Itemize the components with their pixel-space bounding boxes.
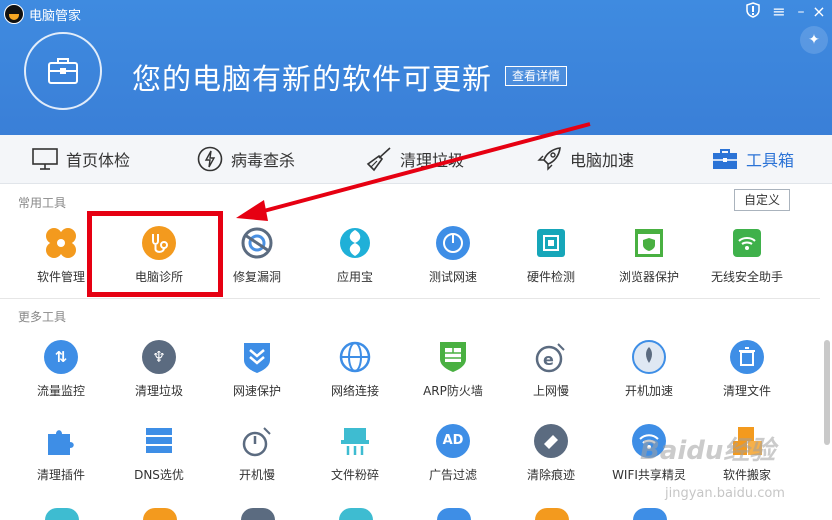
partial-tool-icon: [241, 508, 275, 520]
update-message: 您的电脑有新的软件可更新: [132, 62, 493, 96]
tool-label: 无线安全助手: [710, 270, 783, 284]
tool-net-speed-protect[interactable]: 网速保护: [208, 340, 306, 399]
more-tools-title: 更多工具: [18, 310, 67, 324]
partial-tool-icon: [339, 508, 373, 520]
tool-app-store[interactable]: 应用宝: [306, 226, 404, 285]
tool-label: 应用宝: [336, 270, 373, 284]
broom-icon: ♆: [142, 340, 176, 374]
tool-label: ARP防火墙: [423, 384, 483, 398]
ad-block-icon: AD: [436, 424, 470, 458]
puzzle-icon: [44, 424, 78, 458]
customize-button[interactable]: 自定义: [734, 189, 790, 211]
annotation-arrow: [236, 122, 591, 221]
tool-wifi-security[interactable]: 无线安全助手: [698, 226, 796, 285]
tool-dns-optimize[interactable]: DNS选优: [110, 424, 208, 483]
tool-ad-filter[interactable]: AD 广告过滤: [404, 424, 502, 483]
tool-label: WIFI共享精灵: [612, 468, 686, 482]
toolbox-hero-icon: [24, 32, 102, 110]
chip-icon: [534, 226, 568, 260]
server-icon: [142, 424, 176, 458]
slow-boot-icon: [240, 424, 274, 458]
tool-file-shredder[interactable]: 文件粉碎: [306, 424, 404, 483]
software-manager-icon: [44, 226, 78, 260]
tool-label: 清理文件: [722, 384, 771, 398]
tool-label: 开机加速: [624, 384, 673, 398]
tool-clean-files[interactable]: 清理文件: [698, 340, 796, 399]
monitor-icon: [32, 148, 58, 170]
tool-label: 广告过滤: [428, 468, 477, 482]
view-details-button[interactable]: 查看详情: [505, 66, 568, 86]
tool-browser-protect[interactable]: 浏览器保护: [600, 226, 698, 285]
tab-home-checkup[interactable]: 首页体检: [32, 135, 130, 183]
app-store-icon: [338, 226, 372, 260]
menu-icon[interactable]: ≡: [768, 2, 790, 22]
tool-label: 流量监控: [36, 384, 85, 398]
svg-text:e: e: [543, 350, 554, 369]
patch-globe-icon: [240, 226, 274, 260]
speed-gauge-icon: [436, 226, 470, 260]
tool-boot-speedup[interactable]: 开机加速: [600, 340, 698, 399]
tool-label: 网速保护: [232, 384, 281, 398]
tab-label: 首页体检: [66, 151, 131, 170]
tool-label: DNS选优: [134, 468, 184, 482]
tool-clean-junk[interactable]: ♆ 清理垃圾: [110, 340, 208, 399]
boot-rocket-icon: [632, 340, 666, 374]
toolbox-icon: [713, 149, 737, 169]
partial-tool-icon: [633, 508, 667, 520]
scrollbar-thumb[interactable]: [824, 340, 830, 445]
tool-label: 网络连接: [330, 384, 379, 398]
firewall-shield-icon: [436, 340, 470, 374]
chevron-shield-icon: [240, 340, 274, 374]
partial-tool-icon: [535, 508, 569, 520]
tool-label: 清理垃圾: [134, 384, 183, 398]
tab-toolbox[interactable]: 工具箱: [712, 135, 794, 183]
tool-label: 清理插件: [36, 468, 85, 482]
wifi-shield-icon: [730, 226, 764, 260]
tool-slow-internet[interactable]: e 上网慢: [502, 340, 600, 399]
shield-icon[interactable]: [742, 2, 764, 22]
tool-label: 硬件检测: [526, 270, 575, 284]
tool-label: 上网慢: [532, 384, 569, 398]
globe-icon: [338, 340, 372, 374]
tool-slow-boot[interactable]: 开机慢: [208, 424, 306, 483]
tool-label: 清除痕迹: [526, 468, 575, 482]
watermark-brand: Baidu经验: [640, 436, 776, 466]
qq-penguin-logo-icon: [4, 4, 24, 24]
highlight-box: [87, 211, 223, 297]
tool-label: 浏览器保护: [618, 270, 679, 284]
lightning-icon: [197, 146, 223, 172]
close-icon[interactable]: ×: [808, 2, 830, 22]
ie-globe-icon: e: [534, 340, 568, 374]
tool-clear-traces[interactable]: 清除痕迹: [502, 424, 600, 483]
common-tools-title: 常用工具: [18, 196, 67, 210]
tool-label: 软件搬家: [722, 468, 771, 482]
app-title: 电脑管家: [29, 9, 82, 24]
tool-hardware-check[interactable]: 硬件检测: [502, 226, 600, 285]
browser-shield-icon: [632, 226, 666, 260]
tool-arp-firewall[interactable]: ARP防火墙: [404, 340, 502, 399]
traffic-arrows-icon: ⇅: [44, 340, 78, 374]
tool-traffic-monitor[interactable]: ⇅ 流量监控: [12, 340, 110, 399]
section-divider: [0, 298, 820, 299]
tab-label: 工具箱: [746, 151, 795, 170]
partial-tool-icon: [45, 508, 79, 520]
tool-clean-plugins[interactable]: 清理插件: [12, 424, 110, 483]
tool-label: 测试网速: [428, 270, 477, 284]
partial-tool-icon: [437, 508, 471, 520]
header-banner: 电脑管家 ≡ – × ✦ 您的电脑有新的软件可更新 查看详情: [0, 0, 832, 135]
partial-tool-icon: [143, 508, 177, 520]
tool-label: 开机慢: [238, 468, 275, 482]
shredder-icon: [338, 424, 372, 458]
eraser-icon: [534, 424, 568, 458]
watermark-url: jingyan.baidu.com: [665, 486, 785, 501]
tool-speed-test[interactable]: 测试网速: [404, 226, 502, 285]
tool-network-connection[interactable]: 网络连接: [306, 340, 404, 399]
sparkle-icon[interactable]: ✦: [800, 26, 828, 54]
tool-label: 文件粉碎: [330, 468, 379, 482]
trash-icon: [730, 340, 764, 374]
